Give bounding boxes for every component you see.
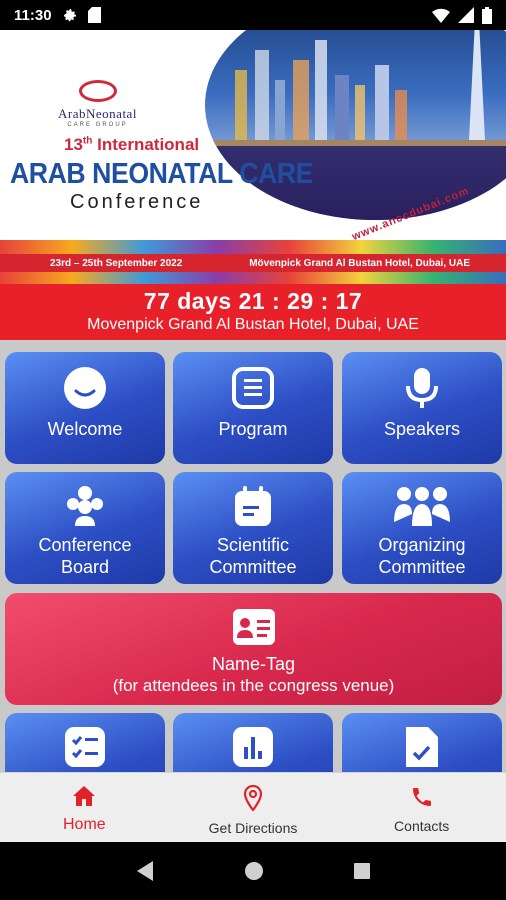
phone-icon — [412, 788, 431, 806]
conference-subtitle: Conference — [70, 191, 204, 213]
banner-dates: 23rd – 25th September 2022 — [50, 257, 183, 269]
document-icon — [232, 367, 274, 409]
program-button[interactable]: Program — [173, 352, 333, 464]
arab-neonatal-logo: ArabNeonatal CARE GROUP — [35, 80, 160, 128]
smile-icon — [64, 367, 106, 409]
banner-venue: Mövenpick Grand Al Bustan Hotel, Dubai, … — [249, 257, 470, 269]
bar-chart-icon — [233, 727, 273, 767]
app-screen: ArabNeonatal CARE GROUP 13th Internation… — [0, 30, 506, 842]
group-icon — [67, 486, 103, 526]
map-pin-icon — [243, 784, 263, 812]
organizing-committee-button[interactable]: Organizing Committee — [342, 472, 502, 584]
countdown-bar: 77 days 21 : 29 : 17 Movenpick Grand Al … — [0, 284, 506, 340]
status-time: 11:30 — [14, 6, 52, 24]
bottom-navigation: Home Get Directions Contacts — [0, 772, 506, 842]
microphone-icon — [406, 368, 438, 408]
name-tag-button[interactable]: Name-Tag (for attendees in the congress … — [5, 593, 502, 705]
id-card-icon — [232, 609, 275, 645]
countdown-venue: Movenpick Grand Al Bustan Hotel, Dubai, … — [87, 316, 419, 333]
status-bar: 11:30 — [0, 0, 506, 30]
home-circle-icon[interactable] — [244, 861, 264, 881]
conference-edition: 13th International — [64, 135, 200, 154]
logo-mark-icon — [78, 80, 117, 102]
team-icon — [394, 487, 450, 526]
checklist-icon — [65, 727, 105, 767]
wifi-icon — [432, 8, 450, 23]
speakers-button[interactable]: Speakers — [342, 352, 502, 464]
countdown-timer: 77 days 21 : 29 : 17 — [143, 288, 363, 314]
nav-home[interactable]: Home — [0, 773, 169, 842]
recents-icon[interactable] — [353, 862, 371, 880]
system-navigation-bar — [0, 842, 506, 900]
conference-title: ARAB NEONATAL CARE — [10, 158, 313, 190]
scientific-committee-button[interactable]: Scientific Committee — [173, 472, 333, 584]
signal-icon — [458, 7, 474, 23]
home-icon — [73, 786, 96, 806]
battery-icon — [482, 6, 492, 24]
settings-icon — [63, 9, 76, 22]
nav-contacts[interactable]: Contacts — [337, 773, 506, 842]
sd-card-icon — [87, 7, 101, 23]
nav-get-directions[interactable]: Get Directions — [169, 773, 338, 842]
banner-date-strip: 23rd – 25th September 2022 Mövenpick Gra… — [0, 254, 506, 272]
conference-board-button[interactable]: Conference Board — [5, 472, 165, 584]
calendar-icon — [235, 486, 271, 526]
document-check-icon — [406, 727, 438, 767]
welcome-button[interactable]: Welcome — [5, 352, 165, 464]
back-icon[interactable] — [135, 860, 155, 882]
conference-banner: ArabNeonatal CARE GROUP 13th Internation… — [0, 30, 506, 284]
